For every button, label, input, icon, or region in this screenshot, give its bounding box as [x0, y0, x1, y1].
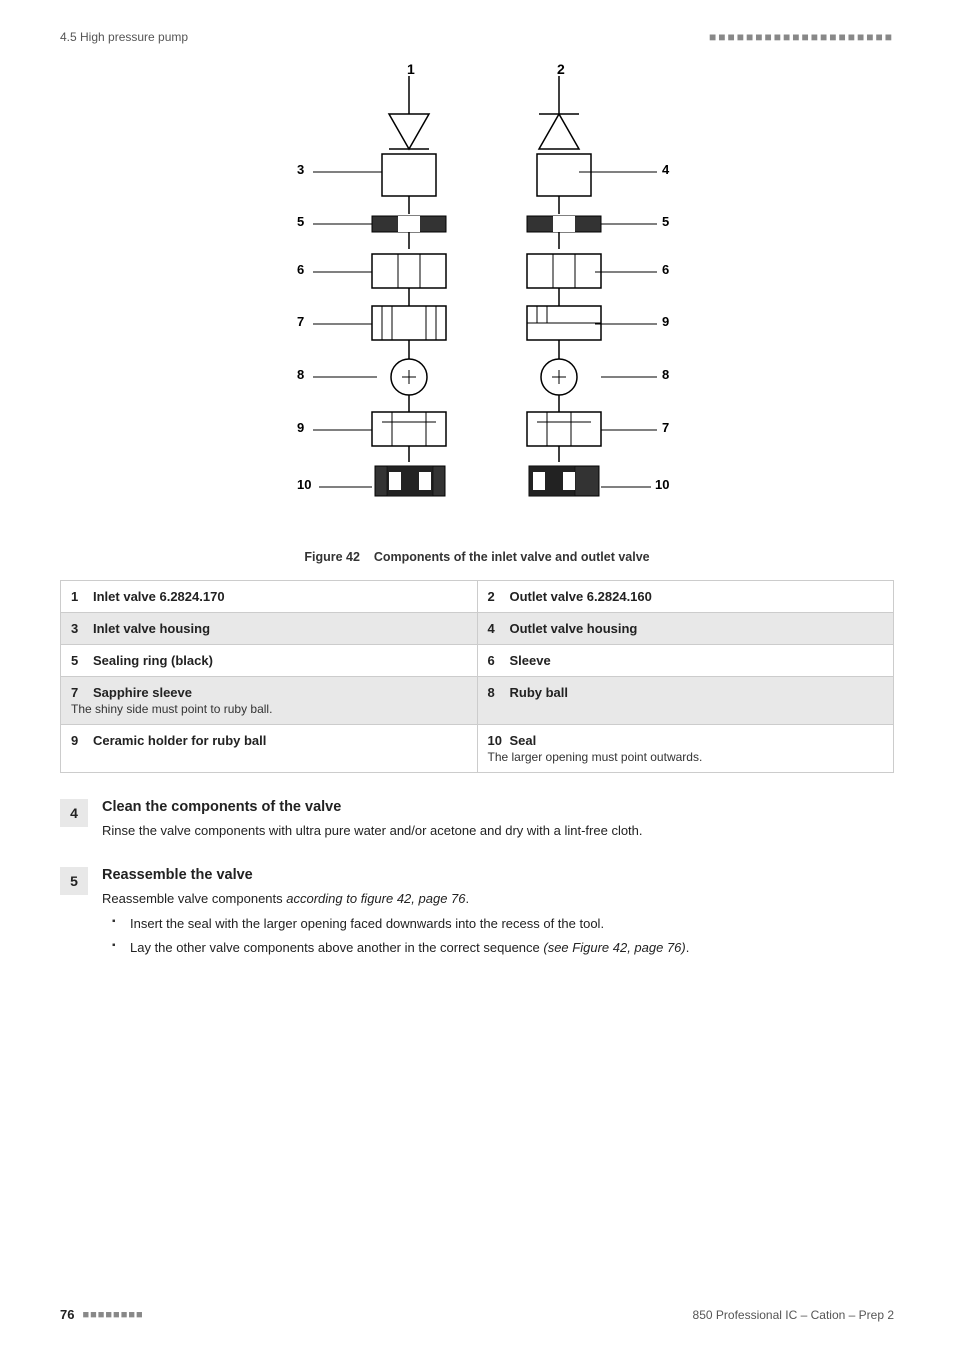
svg-text:2: 2 — [557, 61, 565, 77]
step-5-content: Reassemble the valve Reassemble valve co… — [102, 867, 894, 962]
header-section: 4.5 High pressure pump — [60, 30, 188, 44]
page-number: 76 — [60, 1307, 74, 1322]
part-label: Inlet valve housing — [93, 621, 210, 636]
step-5-bullets: Insert the seal with the larger opening … — [102, 914, 894, 957]
part-num: 6 — [488, 653, 504, 668]
part-label: Outlet valve 6.2824.160 — [510, 589, 652, 604]
part-num: 10 — [488, 733, 504, 748]
part-label: Sleeve — [510, 653, 551, 668]
footer-left: 76 ■■■■■■■■ — [60, 1307, 144, 1322]
part-label: Inlet valve 6.2824.170 — [93, 589, 225, 604]
svg-text:7: 7 — [662, 420, 669, 435]
part-label: Ceramic holder for ruby ball — [93, 733, 266, 748]
table-cell-right: 4 Outlet valve housing — [477, 613, 894, 645]
footer-right: 850 Professional IC – Cation – Prep 2 — [693, 1308, 894, 1322]
svg-text:5: 5 — [662, 214, 669, 229]
table-cell-right: 8 Ruby ball — [477, 677, 894, 725]
diagram-svg: 1 2 3 4 — [217, 54, 737, 544]
page: 4.5 High pressure pump ■■■■■■■■■■■■■■■■■… — [0, 0, 954, 1350]
table-row: 7 Sapphire sleeve The shiny side must poin… — [61, 677, 894, 725]
svg-text:8: 8 — [297, 367, 304, 382]
part-num: 7 — [71, 685, 87, 700]
table-cell-left: 9 Ceramic holder for ruby ball — [61, 725, 478, 773]
part-label: Outlet valve housing — [510, 621, 638, 636]
svg-text:4: 4 — [662, 162, 670, 177]
svg-text:7: 7 — [297, 314, 304, 329]
table-cell-right: 2 Outlet valve 6.2824.160 — [477, 581, 894, 613]
part-sub: The shiny side must point to ruby ball. — [71, 702, 467, 716]
table-cell-left: 3 Inlet valve housing — [61, 613, 478, 645]
svg-text:9: 9 — [662, 314, 669, 329]
table-cell-left: 5 Sealing ring (black) — [61, 645, 478, 677]
step-4-content: Clean the components of the valve Rinse … — [102, 799, 894, 847]
footer: 76 ■■■■■■■■ 850 Professional IC – Cation… — [60, 1307, 894, 1322]
part-sub: The larger opening must point outwards. — [488, 750, 884, 764]
part-num: 1 — [71, 589, 87, 604]
part-num: 9 — [71, 733, 87, 748]
part-num: 2 — [488, 589, 504, 604]
table-cell-left: 7 Sapphire sleeve The shiny side must poin… — [61, 677, 478, 725]
part-num: 4 — [488, 621, 504, 636]
table-row: 3 Inlet valve housing 4 Outlet valve housin… — [61, 613, 894, 645]
svg-text:3: 3 — [297, 162, 304, 177]
footer-dots: ■■■■■■■■ — [82, 1309, 143, 1321]
figure-title: Components of the inlet valve and outlet… — [374, 550, 650, 564]
part-label: Ruby ball — [510, 685, 569, 700]
step-5-body: Reassemble valve components according to… — [102, 889, 894, 909]
svg-text:5: 5 — [297, 214, 304, 229]
header-dots: ■■■■■■■■■■■■■■■■■■■■ — [709, 30, 894, 44]
part-label: Sealing ring (black) — [93, 653, 213, 668]
step-4-block: 4 Clean the components of the valve Rins… — [60, 799, 894, 847]
parts-table: 1 Inlet valve 6.2824.170 2 Outlet valve 6.2… — [60, 580, 894, 773]
step-4-body: Rinse the valve components with ultra pu… — [102, 821, 894, 841]
svg-text:10: 10 — [297, 477, 311, 492]
part-num: 8 — [488, 685, 504, 700]
figure-number: Figure 42 — [304, 550, 360, 564]
step-4-number: 4 — [60, 799, 88, 827]
table-cell-right: 10 Seal The larger opening must point outw… — [477, 725, 894, 773]
table-cell-right: 6 Sleeve — [477, 645, 894, 677]
svg-text:8: 8 — [662, 367, 669, 382]
part-num: 5 — [71, 653, 87, 668]
figure-area: 1 2 3 4 — [60, 54, 894, 564]
figure-caption: Figure 42 Components of the inlet valve … — [304, 550, 649, 564]
part-label: Sapphire sleeve — [93, 685, 192, 700]
table-row: 9 Ceramic holder for ruby ball 10 Seal The l… — [61, 725, 894, 773]
step-4-title: Clean the components of the valve — [102, 799, 894, 815]
part-label: Seal — [510, 733, 537, 748]
part-num: 3 — [71, 621, 87, 636]
svg-text:1: 1 — [407, 61, 415, 77]
table-cell-left: 1 Inlet valve 6.2824.170 — [61, 581, 478, 613]
svg-text:6: 6 — [297, 262, 304, 277]
step-5-title: Reassemble the valve — [102, 867, 894, 883]
step-5-number: 5 — [60, 867, 88, 895]
svg-text:9: 9 — [297, 420, 304, 435]
bullet-item: Insert the seal with the larger opening … — [112, 914, 894, 934]
step-5-block: 5 Reassemble the valve Reassemble valve … — [60, 867, 894, 962]
bullet-item: Lay the other valve components above ano… — [112, 938, 894, 958]
header: 4.5 High pressure pump ■■■■■■■■■■■■■■■■■… — [60, 30, 894, 44]
table-row: 1 Inlet valve 6.2824.170 2 Outlet valve 6.2… — [61, 581, 894, 613]
svg-text:10: 10 — [655, 477, 669, 492]
svg-text:6: 6 — [662, 262, 669, 277]
table-row: 5 Sealing ring (black) 6 Sleeve — [61, 645, 894, 677]
